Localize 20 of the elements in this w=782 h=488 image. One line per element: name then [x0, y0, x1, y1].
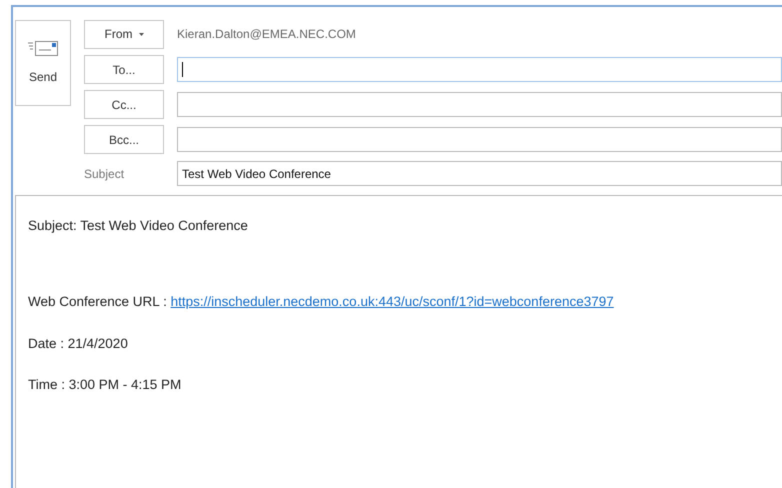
- body-text: Time : 3:00 PM - 4:15 PM: [28, 376, 182, 394]
- recipient-button[interactable]: Cc...: [84, 90, 164, 119]
- conference-link[interactable]: https://inscheduler.necdemo.co.uk:443/uc/sconf/1?id=webconference3797: [170, 294, 614, 310]
- recipient-field[interactable]: [177, 92, 782, 117]
- send-button[interactable]: Send: [15, 20, 71, 106]
- subject-label: Subject: [84, 166, 126, 182]
- recipient-button[interactable]: Bcc...: [84, 125, 164, 154]
- caret-icon: [138, 32, 144, 36]
- text-cursor: [182, 62, 183, 77]
- body-text: Date : 21/4/2020: [28, 334, 129, 352]
- sender-address: Kieran.Dalton@EMEA.NEC.COM: [177, 26, 356, 43]
- recipient-field[interactable]: [177, 127, 782, 152]
- message-body[interactable]: Subject: Test Web Video Conference Web Conference URL : https://inscheduler.necdemo.co.uk:443/uc/sconf/1?id=webconference3797 Date : 21/4/2020 Time : 3:00 PM - 4:15 PM: [15, 195, 782, 488]
- recipient-button[interactable]: To...: [84, 55, 164, 84]
- envelope-icon: [27, 40, 59, 58]
- body-text: Subject: Test Web Video Conference: [28, 217, 249, 235]
- recipient-field[interactable]: [177, 57, 782, 82]
- url-line: Web Conference URL : https://inscheduler.necdemo.co.uk:443/uc/sconf/1?id=webconference3797: [28, 293, 615, 312]
- subject-field[interactable]: Test Web Video Conference: [177, 161, 782, 186]
- from-button[interactable]: From: [84, 20, 164, 48]
